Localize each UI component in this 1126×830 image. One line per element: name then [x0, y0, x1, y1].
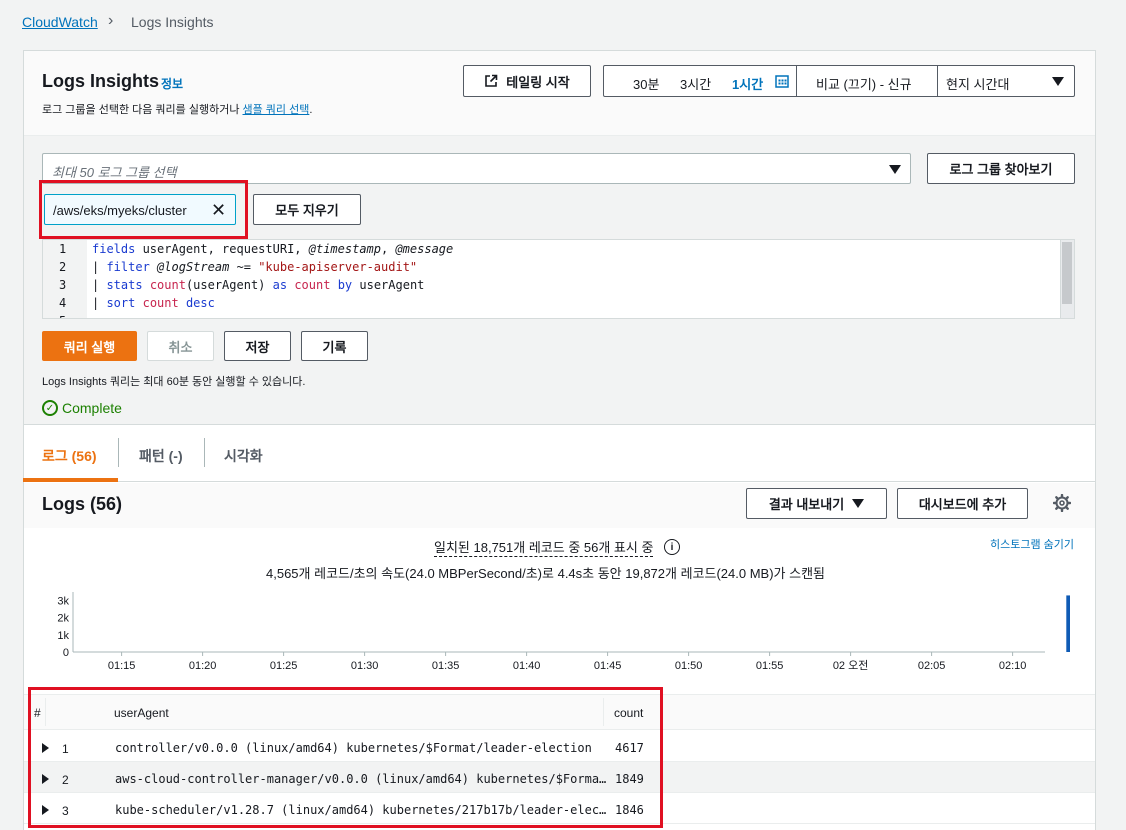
time-option-1h[interactable]: 1시간 [732, 74, 763, 93]
history-button[interactable]: 기록 [301, 331, 368, 361]
divider [204, 438, 205, 467]
tab-logs[interactable]: 로그 (56) [42, 446, 97, 466]
x-tick-label: 01:15 [108, 660, 136, 672]
page-title: Logs Insights [42, 71, 159, 91]
cancel-label: 취소 [168, 339, 193, 355]
line-number: 4 [59, 296, 67, 310]
sample-query-link[interactable]: 샘플 쿼리 선택 [243, 104, 310, 116]
line-number: 3 [59, 278, 67, 292]
code-line: fields userAgent, requestURI, @timestamp… [92, 242, 454, 256]
query-status-label: Complete [62, 400, 122, 416]
query-editor[interactable]: 1 2 3 4 5 fields userAgent, requestURI, … [42, 239, 1075, 319]
query-status: ✓ Complete [42, 400, 122, 416]
add-to-dashboard-button[interactable]: 대시보드에 추가 [897, 488, 1028, 519]
line-number: 2 [59, 260, 67, 274]
time-option-30m[interactable]: 30분 [633, 74, 659, 93]
histogram-chart: 3k 2k 1k 0 01:15 01:20 01:25 01:30 01:35 01:40 01:… [57, 592, 1070, 672]
results-tabs [23, 424, 1096, 482]
chevron-right-icon: › [108, 12, 114, 29]
info-icon[interactable]: i [664, 539, 680, 555]
caret-down-icon [1052, 77, 1064, 86]
caret-down-icon [889, 165, 901, 174]
start-tailing-label: 테일링 시작 [506, 74, 570, 90]
x-tick-label: 01:25 [270, 660, 298, 672]
highlight-box [28, 687, 663, 828]
cancel-button: 취소 [147, 331, 214, 361]
records-matched-text: 일치된 18,751개 레코드 중 56개 표시 중 [434, 537, 654, 557]
highlight-box [39, 180, 248, 239]
x-tick-label: 02 오전 [833, 659, 869, 672]
time-option-3h[interactable]: 3시간 [680, 74, 711, 93]
browse-log-groups-button[interactable]: 로그 그룹 찾아보기 [927, 153, 1075, 184]
line-number: 1 [59, 242, 67, 256]
add-to-dashboard-label: 대시보드에 추가 [918, 497, 1007, 512]
code-line: | filter @logStream ~= "kube-apiserver-a… [92, 260, 418, 274]
y-tick-label: 3k [57, 596, 69, 608]
timezone-select[interactable]: 현지 시간대 [946, 74, 1009, 93]
x-tick-label: 01:40 [513, 660, 541, 672]
time-range-selector: 30분 3시간 1시간 비교 (끄기) - 신규 현지 시간대 [603, 65, 1075, 97]
scrollbar-thumb[interactable] [1062, 242, 1072, 304]
code-line: | stats count(userAgent) as count by use… [92, 278, 425, 292]
export-results-button[interactable]: 결과 내보내기 [746, 488, 887, 519]
y-tick-label: 0 [63, 647, 69, 659]
external-link-icon [485, 74, 498, 87]
x-tick-label: 02:10 [999, 660, 1027, 672]
run-query-button[interactable]: 쿼리 실행 [42, 331, 137, 361]
breadcrumb-current: Logs Insights [131, 14, 214, 30]
y-tick-label: 2k [57, 613, 69, 625]
compare-toggle[interactable]: 비교 (끄기) - 신규 [816, 74, 912, 93]
caret-down-icon [852, 499, 865, 508]
history-label: 기록 [322, 339, 347, 355]
divider [937, 66, 938, 96]
browse-log-groups-label: 로그 그룹 찾아보기 [949, 162, 1053, 177]
page-subtitle: 로그 그룹을 선택한 다음 쿼리를 실행하거나 샘플 쿼리 선택. [42, 101, 312, 117]
logs-title: Logs (56) [42, 494, 123, 514]
clear-all-label: 모두 지우기 [275, 203, 339, 218]
x-tick-label: 01:20 [189, 660, 217, 672]
x-tick-label: 01:45 [594, 660, 622, 672]
calendar-icon[interactable] [775, 74, 789, 88]
x-tick-label: 02:05 [918, 660, 946, 672]
log-group-placeholder: 최대 50 로그 그룹 선택 [52, 165, 177, 180]
hide-histogram-link[interactable]: 히스토그램 숨기기 [990, 536, 1074, 552]
info-link[interactable]: 정보 [161, 75, 183, 92]
check-circle-icon: ✓ [42, 400, 58, 416]
start-tailing-button[interactable]: 테일링 시작 [463, 65, 591, 97]
gear-icon[interactable] [1053, 494, 1071, 512]
divider [24, 135, 1095, 136]
histogram-bar [1066, 595, 1070, 652]
tab-visualize[interactable]: 시각화 [224, 446, 263, 466]
tab-patterns[interactable]: 패턴 (-) [139, 446, 183, 466]
query-duration-note: Logs Insights 쿼리는 최대 60분 동안 실행할 수 있습니다. [42, 376, 306, 388]
x-tick-label: 01:30 [351, 660, 379, 672]
x-tick-label: 01:55 [756, 660, 784, 672]
clear-all-button[interactable]: 모두 지우기 [253, 194, 361, 225]
divider [796, 66, 797, 96]
x-tick-label: 01:35 [432, 660, 460, 672]
editor-scrollbar[interactable] [1060, 240, 1074, 318]
x-tick-label: 01:50 [675, 660, 703, 672]
scan-rate-text: 4,565개 레코드/초의 속도(24.0 MBPerSecond/초)로 4.… [266, 566, 825, 581]
save-button[interactable]: 저장 [224, 331, 291, 361]
subtitle-suffix: . [309, 104, 313, 116]
line-number: 5 [59, 314, 66, 318]
divider [118, 438, 119, 467]
breadcrumb-cloudwatch[interactable]: CloudWatch [22, 14, 98, 30]
save-label: 저장 [245, 339, 270, 355]
run-query-label: 쿼리 실행 [63, 339, 116, 355]
y-tick-label: 1k [57, 630, 69, 642]
subtitle-text: 로그 그룹을 선택한 다음 쿼리를 실행하거나 [42, 104, 243, 116]
code-line: | sort count desc [92, 296, 215, 310]
export-results-label: 결과 내보내기 [768, 497, 845, 512]
